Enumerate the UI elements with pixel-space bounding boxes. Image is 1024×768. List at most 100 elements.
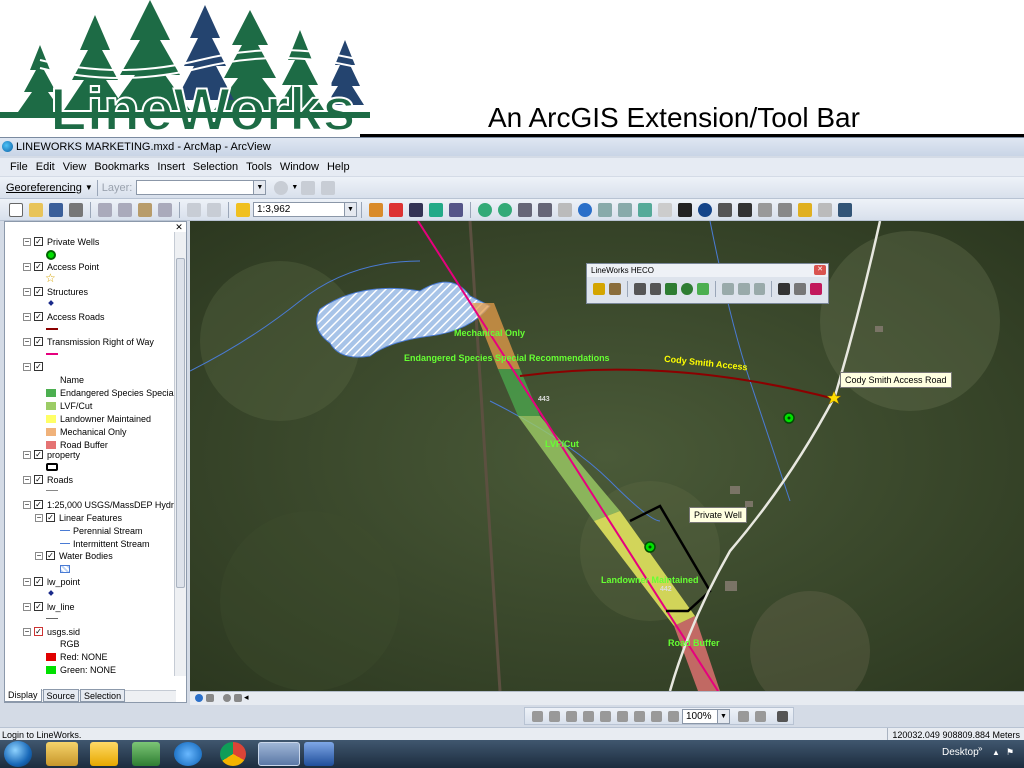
layer-checkbox[interactable]: ✓ <box>34 602 43 611</box>
layer-checkbox[interactable]: ✓ <box>46 513 55 522</box>
select-point-icon[interactable] <box>697 283 709 295</box>
collapse-icon[interactable]: − <box>23 338 31 346</box>
model-builder-icon[interactable] <box>429 202 443 217</box>
start-button[interactable] <box>4 741 32 767</box>
toc-sublayer-water-bodies[interactable]: − ✓ Water Bodies <box>17 550 186 562</box>
layer-checkbox[interactable]: ✓ <box>34 262 43 271</box>
layer-checkbox[interactable]: ✓ <box>34 237 43 246</box>
select-features-icon[interactable] <box>638 202 652 217</box>
word-taskbar-icon[interactable] <box>304 742 334 766</box>
lineworks-heco-toolbar[interactable]: LineWorks HECO ✕ <box>586 263 829 304</box>
pan-icon[interactable] <box>558 202 572 217</box>
zoom-out-icon[interactable] <box>498 202 512 217</box>
callout-access-road[interactable]: Cody Smith Access Road <box>840 372 952 388</box>
chevron-down-icon[interactable]: ▼ <box>291 184 298 191</box>
export-icon[interactable] <box>810 283 822 295</box>
menu-view[interactable]: View <box>59 158 91 176</box>
arctoolbox-icon[interactable] <box>389 202 403 217</box>
collapse-icon[interactable]: − <box>23 451 31 459</box>
link-table-icon[interactable] <box>321 180 336 195</box>
internet-explorer-taskbar-icon[interactable] <box>174 742 202 766</box>
find-icon[interactable] <box>738 202 752 217</box>
zoom-whole-page-icon[interactable] <box>583 710 594 722</box>
forward-extent-icon[interactable] <box>668 710 679 722</box>
lineworks-toolbar-title[interactable]: LineWorks HECO ✕ <box>587 264 828 277</box>
explorer-taskbar-icon[interactable] <box>46 742 78 766</box>
layer-checkbox[interactable]: ✓ <box>34 312 43 321</box>
close-icon[interactable]: ✕ <box>174 222 184 232</box>
undo-icon[interactable] <box>187 202 201 217</box>
toc-layer-transmission-row[interactable]: − ✓ Transmission Right of Way <box>5 336 175 348</box>
scrollbar-thumb[interactable] <box>176 258 185 588</box>
collapse-icon[interactable]: − <box>35 514 43 522</box>
action-center-flag-icon[interactable]: ⚑ <box>1006 747 1016 759</box>
chevron-up-icon[interactable]: ▲ <box>992 748 1000 757</box>
map-scale-combo[interactable]: 1:3,962 ▼ <box>253 202 357 217</box>
menu-help[interactable]: Help <box>323 158 354 176</box>
collapse-icon[interactable]: − <box>23 238 31 246</box>
collapse-icon[interactable]: − <box>23 501 31 509</box>
move-point-icon[interactable] <box>649 283 662 295</box>
change-layout-icon[interactable] <box>777 710 788 722</box>
html-popup-icon[interactable] <box>798 202 812 217</box>
info-icon[interactable] <box>681 283 694 295</box>
clear-selection-icon[interactable] <box>658 202 672 217</box>
span-add-icon[interactable] <box>721 283 734 295</box>
toc-layer-usgs-sid[interactable]: − ✓ usgs.sid <box>5 626 175 638</box>
close-icon[interactable]: ✕ <box>814 265 826 275</box>
select-elements-icon[interactable] <box>678 202 692 217</box>
zoom-in-icon[interactable] <box>478 202 492 217</box>
focus-data-frame-icon[interactable] <box>755 710 766 722</box>
collapse-icon[interactable]: − <box>23 476 31 484</box>
zoom-100-icon[interactable] <box>600 710 611 722</box>
tab-display[interactable]: Display <box>4 689 42 702</box>
create-viewer-icon[interactable] <box>838 202 852 217</box>
collapse-icon[interactable]: − <box>23 363 31 371</box>
chrome-taskbar-icon[interactable] <box>220 742 246 766</box>
pause-icon[interactable] <box>234 694 242 702</box>
layout-zoom-combo[interactable]: 100% ▼ <box>682 708 730 724</box>
layer-checkbox[interactable]: ✓ <box>34 287 43 296</box>
save-icon[interactable] <box>49 202 63 217</box>
menu-window[interactable]: Window <box>276 158 323 176</box>
toc-sublayer-linear-features[interactable]: − ✓ Linear Features <box>17 512 186 524</box>
layout-zoom-in-icon[interactable] <box>532 710 543 722</box>
menu-file[interactable]: File <box>6 158 32 176</box>
excel-taskbar-icon[interactable] <box>132 742 160 766</box>
delete-icon[interactable] <box>158 202 172 217</box>
zoom-out-fixed-icon[interactable] <box>634 710 645 722</box>
georeferencing-menu[interactable]: Georeferencing <box>6 182 82 194</box>
toc-layer-lw-line[interactable]: − ✓ lw_line <box>5 601 175 613</box>
collapse-icon[interactable]: − <box>23 313 31 321</box>
layer-checkbox[interactable]: ✓ <box>34 500 43 509</box>
back-extent-icon[interactable] <box>651 710 662 722</box>
menu-tools[interactable]: Tools <box>242 158 276 176</box>
report-icon[interactable] <box>794 283 807 295</box>
menu-insert[interactable]: Insert <box>153 158 189 176</box>
toc-layer-lw-point[interactable]: − ✓ lw_point <box>5 576 175 588</box>
tab-source[interactable]: Source <box>42 689 80 702</box>
globe-icon[interactable] <box>195 694 203 702</box>
add-control-points-icon[interactable] <box>301 180 316 195</box>
refresh-icon[interactable] <box>223 694 231 702</box>
toc-layer-property[interactable]: − ✓ property <box>5 449 175 461</box>
layer-checkbox[interactable]: ✓ <box>34 362 43 371</box>
arcmap-taskbar-icon[interactable] <box>258 742 300 766</box>
hyperlink-icon[interactable] <box>718 202 732 217</box>
layer-checkbox[interactable]: ✓ <box>34 627 43 636</box>
collapse-icon[interactable]: − <box>23 578 31 586</box>
layer-checkbox[interactable]: ✓ <box>34 475 43 484</box>
command-line-icon[interactable] <box>409 202 423 217</box>
add-data-icon[interactable] <box>236 202 250 217</box>
copy-icon[interactable] <box>118 202 132 217</box>
fixed-zoom-out-icon[interactable] <box>538 202 552 217</box>
find-icon[interactable] <box>778 283 791 295</box>
chevron-right-icon[interactable]: » <box>978 744 982 753</box>
collapse-icon[interactable]: − <box>23 603 31 611</box>
redo-icon[interactable] <box>207 202 221 217</box>
identify-icon[interactable] <box>698 202 712 217</box>
login-key-icon[interactable] <box>593 283 605 295</box>
print-icon[interactable] <box>69 202 83 217</box>
toc-layer-roads[interactable]: − ✓ Roads <box>5 474 175 486</box>
back-extent-icon[interactable] <box>598 202 612 217</box>
